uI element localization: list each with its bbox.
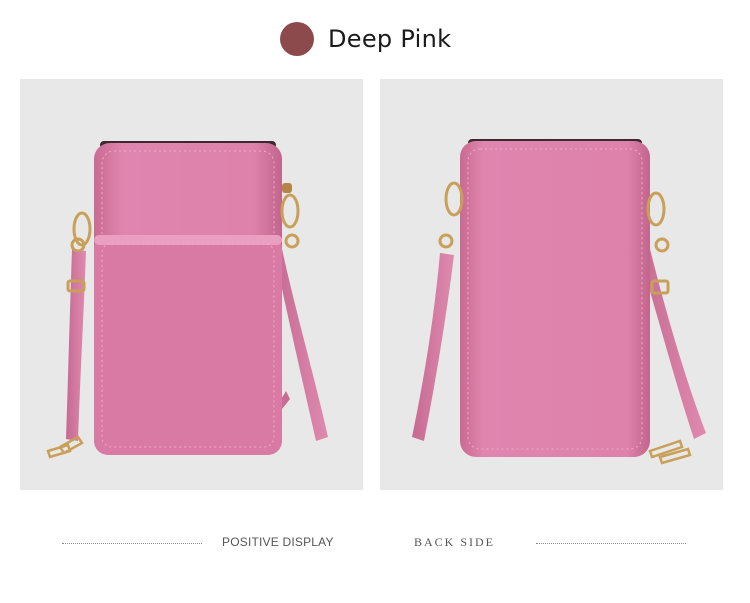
zipper-pull-icon bbox=[648, 439, 692, 465]
color-swatch-header: Deep Pink bbox=[280, 22, 451, 56]
right-clasp-icon bbox=[280, 183, 300, 249]
back-view-photo bbox=[380, 79, 723, 490]
front-bag-illustration bbox=[46, 141, 328, 459]
color-swatch-dot[interactable] bbox=[280, 22, 314, 56]
front-view-photo bbox=[20, 79, 363, 490]
back-view-caption: BACK SIDE bbox=[414, 535, 496, 549]
color-name-label: Deep Pink bbox=[328, 25, 452, 53]
back-bag-illustration bbox=[412, 139, 706, 465]
front-view-caption: POSITIVE DISPLAY bbox=[222, 535, 334, 549]
left-clasp-icon bbox=[438, 181, 464, 249]
caption-divider-right bbox=[536, 543, 686, 544]
caption-divider-left bbox=[62, 543, 202, 544]
